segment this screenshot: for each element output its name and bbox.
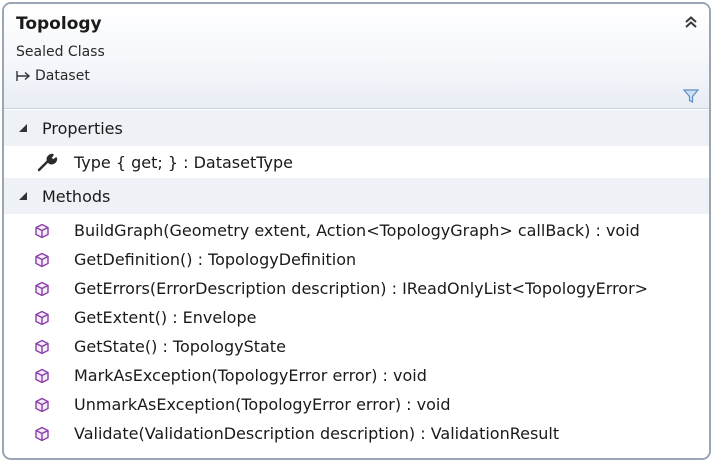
properties-label: Properties	[42, 118, 123, 138]
method-text[interactable]: MarkAsException(TopologyError error) : v…	[74, 366, 427, 385]
class-diagram-box: Topology Sealed Class Dataset Properties	[2, 2, 711, 460]
method-row: GetDefinition() : TopologyDefinition	[4, 245, 709, 274]
method-cube-icon	[35, 310, 49, 325]
methods-label: Methods	[42, 186, 111, 206]
methods-section-header[interactable]: Methods	[4, 178, 709, 214]
class-kind: Sealed Class	[16, 44, 105, 60]
method-text[interactable]: GetState() : TopologyState	[74, 337, 286, 356]
method-text[interactable]: UnmarkAsException(TopologyError error) :…	[74, 395, 450, 414]
method-row: UnmarkAsException(TopologyError error) :…	[4, 390, 709, 419]
collapse-chevron-icon[interactable]	[683, 14, 699, 30]
property-text[interactable]: Type { get; } : DatasetType	[74, 153, 293, 172]
method-row: Validate(ValidationDescription descripti…	[4, 419, 709, 448]
method-row: GetExtent() : Envelope	[4, 303, 709, 332]
inherit-arrow-icon	[16, 71, 31, 81]
method-row: GetErrors(ErrorDescription description) …	[4, 274, 709, 303]
method-text[interactable]: GetErrors(ErrorDescription description) …	[74, 279, 648, 298]
method-cube-icon	[35, 252, 49, 267]
method-row: GetState() : TopologyState	[4, 332, 709, 361]
method-cube-icon	[35, 223, 49, 238]
collapse-triangle-icon	[19, 124, 27, 132]
wrench-icon	[37, 153, 58, 171]
base-class-name: Dataset	[35, 68, 90, 84]
base-class: Dataset	[16, 68, 90, 84]
class-name: Topology	[16, 14, 102, 34]
properties-section-header[interactable]: Properties	[4, 110, 709, 146]
method-text[interactable]: GetExtent() : Envelope	[74, 308, 256, 327]
filter-icon[interactable]	[683, 88, 699, 104]
method-cube-icon	[35, 339, 49, 354]
method-text[interactable]: BuildGraph(Geometry extent, Action<Topol…	[74, 221, 640, 240]
method-text[interactable]: GetDefinition() : TopologyDefinition	[74, 250, 356, 269]
collapse-triangle-icon	[19, 192, 27, 200]
method-cube-icon	[35, 368, 49, 383]
class-header: Topology Sealed Class Dataset	[4, 4, 709, 109]
method-text[interactable]: Validate(ValidationDescription descripti…	[74, 424, 559, 443]
property-row: Type { get; } : DatasetType	[4, 148, 709, 177]
method-row: MarkAsException(TopologyError error) : v…	[4, 361, 709, 390]
method-cube-icon	[35, 426, 49, 441]
method-cube-icon	[35, 281, 49, 296]
method-cube-icon	[35, 397, 49, 412]
method-row: BuildGraph(Geometry extent, Action<Topol…	[4, 216, 709, 245]
